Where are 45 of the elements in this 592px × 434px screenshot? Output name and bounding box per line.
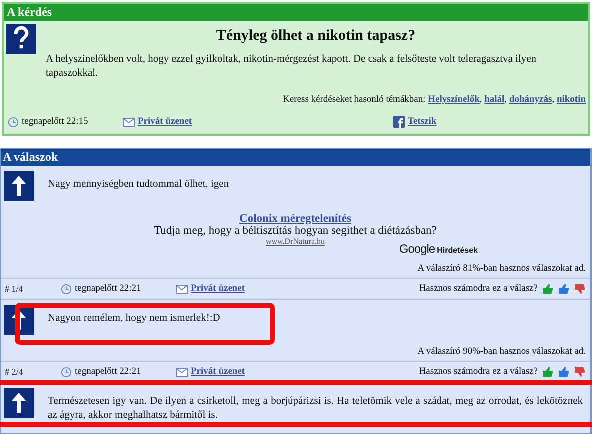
ad-url-link[interactable]: www.DrNatura.hu [266, 237, 326, 246]
question-mark-icon [6, 24, 36, 54]
useful-question: Hasznos számodra ez a válasz? [419, 367, 538, 377]
private-message-link[interactable]: Privát üzenet [138, 117, 192, 127]
tag-link[interactable]: Helyszínelők [428, 95, 480, 105]
like-link[interactable]: Tetszik [408, 117, 437, 127]
facebook-icon [393, 116, 405, 128]
envelope-icon [123, 118, 135, 126]
answer-text: Nagyon remélem, hogy nem ismerlek!:D [48, 312, 222, 326]
panel-title: A kérdés [4, 4, 588, 21]
answerer-rating: A válaszíró 90%-ban hasznos válaszokat ad. [416, 346, 587, 359]
envelope-icon [176, 368, 188, 376]
private-message-link[interactable]: Privát üzenet [191, 367, 246, 377]
clock-icon [8, 116, 19, 128]
ad-label: Hirdetések [437, 246, 478, 255]
tag-link[interactable]: halál [484, 95, 505, 105]
envelope-icon [176, 284, 188, 294]
timestamp: tegnapelőtt 22:21 [75, 367, 142, 377]
question-text: A helyszinelőkben volt, hogy ezzel gyilkoltak, nikotin-mérgezést kapott. De csak a felsőteste volt teleragasztva ilyen tapaszokkal. [46, 53, 538, 81]
ad-title-link[interactable]: Colonix méregtelenítés [240, 213, 352, 225]
thumbs-down-icon[interactable] [574, 283, 586, 295]
answer-index: # 1/4 [5, 284, 24, 294]
answer-text: Nagy mennyiségben tudtommal ölhet, igen [48, 178, 230, 192]
answer-index: # 2/4 [5, 367, 24, 377]
separator-text: , [552, 95, 556, 105]
private-message-link[interactable]: Privát üzenet [191, 284, 246, 294]
separator-text: , [504, 95, 508, 105]
timestamp: tegnapelőtt 22:21 [75, 284, 142, 294]
thumbs-up-icon[interactable] [542, 366, 554, 378]
tags-label: Keress kérdéseket hasonló témákban: [283, 95, 427, 105]
tag-link[interactable]: nikotin [556, 95, 586, 105]
answer-text: Természetesen igy van. De ilyen a csirketoll, meg a borjúpárizsi is. Ha teletömik vele a szádat, meg az orrodat, és lekötöznek az ágyra, akkor meghalhatsz bármitől is. [48, 395, 584, 423]
thumbs-down-icon[interactable] [574, 366, 586, 378]
separator-text: , [480, 95, 484, 105]
answerer-rating: A válaszíró 81%-ban hasznos válaszokat ad. [416, 263, 587, 276]
clock-icon [61, 366, 72, 378]
tag-link[interactable]: dohányzás [509, 95, 552, 105]
question-title: Tényleg ölhet a nikotin tapasz? [215, 28, 417, 45]
thumbs-up-icon[interactable] [542, 283, 554, 295]
panel-title: A válaszok [1, 149, 590, 166]
ad-description: Tudja meg, hogy a béltisztítás hogyan segithet a diétázásban? [154, 225, 437, 237]
ad-brand: Google [399, 242, 436, 256]
timestamp: tegnapelőtt 22:15 [22, 117, 88, 127]
useful-question: Hasznos számodra ez a válasz? [419, 284, 538, 294]
clock-icon [61, 284, 72, 294]
